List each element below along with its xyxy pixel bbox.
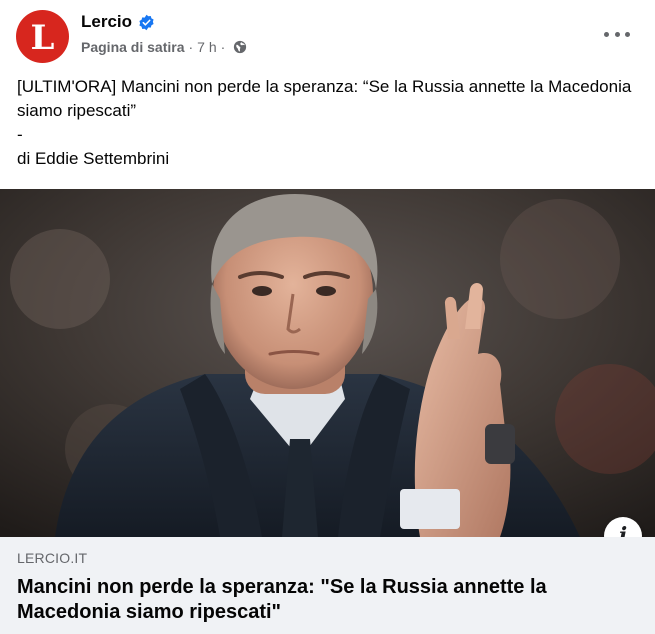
page-avatar[interactable]: L (16, 10, 69, 63)
more-options-icon[interactable] (604, 24, 630, 44)
page-name-row: Lercio (81, 12, 155, 32)
facebook-post: L Lercio Pagina di satira · 7 h · [ULTIM… (0, 0, 655, 634)
page-name-link[interactable]: Lercio (81, 12, 132, 32)
post-text-line-1: [ULTIM'ORA] Mancini non perde la speranz… (17, 77, 632, 120)
page-category: Pagina di satira (81, 39, 185, 55)
globe-icon[interactable] (233, 40, 247, 54)
meta-separator-2: · (220, 39, 226, 55)
post-text: [ULTIM'ORA] Mancini non perde la speranz… (17, 75, 637, 171)
post-header: L Lercio Pagina di satira · 7 h · (0, 0, 655, 70)
post-timestamp[interactable]: 7 h (197, 39, 216, 55)
link-domain: LERCIO.IT (17, 550, 88, 566)
meta-separator: · (188, 39, 194, 55)
link-title[interactable]: Mancini non perde la speranza: "Se la Ru… (17, 575, 637, 625)
post-text-line-3: di Eddie Settembrini (17, 149, 170, 168)
post-text-line-2: - (17, 125, 23, 144)
post-meta: Pagina di satira · 7 h · (81, 39, 247, 55)
verified-badge-icon (138, 14, 155, 31)
photo-illustration (0, 189, 655, 537)
avatar-letter: L (30, 17, 55, 58)
link-preview-card[interactable]: LERCIO.IT Mancini non perde la speranza:… (0, 537, 655, 634)
dot-3 (625, 31, 630, 37)
dot-2 (614, 31, 620, 37)
link-preview-image[interactable] (0, 189, 655, 537)
dot-1 (604, 31, 609, 37)
